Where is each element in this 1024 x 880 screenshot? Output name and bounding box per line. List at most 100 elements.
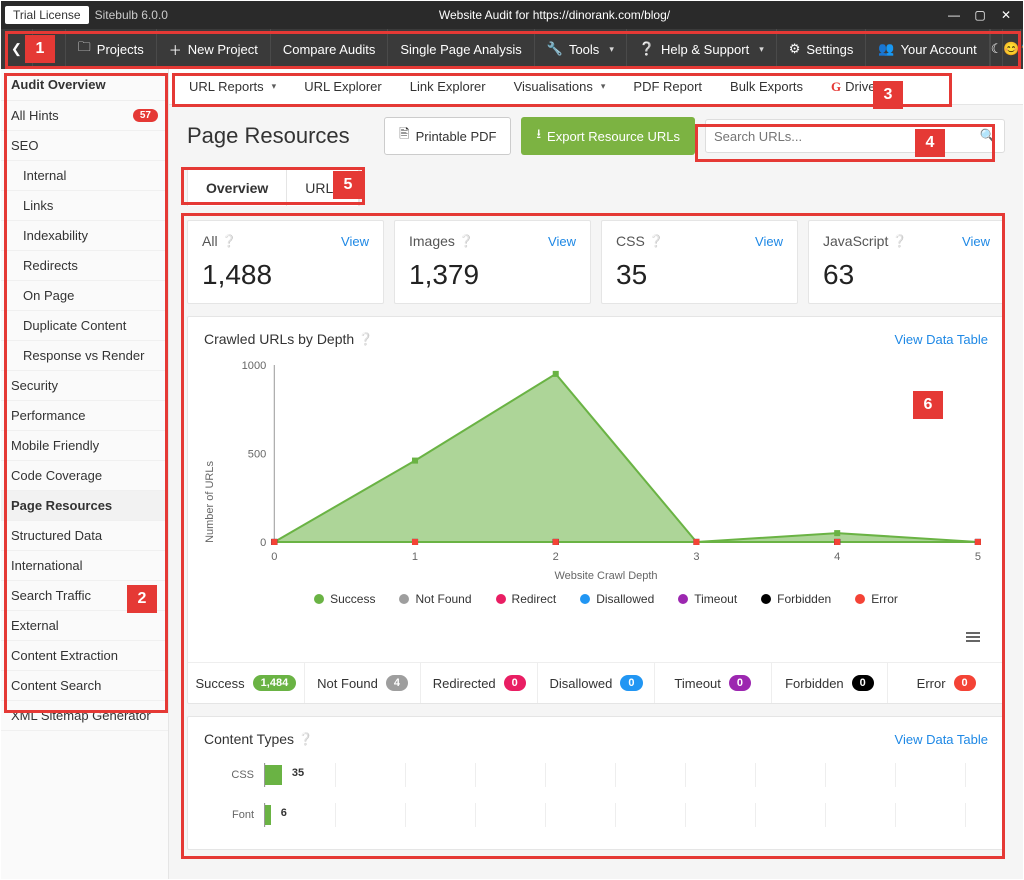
help-icon[interactable]: ❔ (358, 332, 373, 346)
export-urls-button[interactable]: ⭳Export Resource URLs (521, 117, 695, 155)
back-button[interactable]: ❮ (1, 29, 33, 69)
sidebar-item[interactable]: SEO (1, 131, 168, 161)
legend-item[interactable]: Error (855, 592, 898, 606)
report-tab[interactable]: PDF Report (621, 71, 714, 102)
printable-pdf-button[interactable]: 🖹Printable PDF (384, 117, 511, 155)
sidebar-item-label: Redirects (23, 258, 78, 273)
new-project-button[interactable]: ＋New Project (157, 29, 271, 69)
account-button[interactable]: 👥Your Account (866, 29, 989, 69)
search-input[interactable] (714, 129, 980, 144)
sidebar-item[interactable]: Search Traffic (1, 581, 168, 611)
view-data-table-link[interactable]: View Data Table (895, 332, 988, 347)
legend-item[interactable]: Timeout (678, 592, 737, 606)
status-cell[interactable]: Forbidden0 (771, 663, 888, 703)
sidebar-item[interactable]: Response vs Render (1, 341, 168, 371)
chart-menu-icon[interactable] (958, 626, 988, 648)
search-icon[interactable]: 🔍 (980, 128, 996, 144)
tab-label: Link Explorer (410, 79, 486, 94)
twitter-button[interactable]: 🐦 (1020, 29, 1024, 69)
svg-text:2: 2 (553, 551, 559, 563)
tab-label: Bulk Exports (730, 79, 803, 94)
sidebar-item[interactable]: External (1, 611, 168, 641)
settings-button[interactable]: ⚙Settings (777, 29, 867, 69)
status-label: Disallowed (550, 676, 613, 691)
report-tab[interactable]: Visualisations (502, 71, 618, 102)
status-cell[interactable]: Redirected0 (420, 663, 537, 703)
legend-item[interactable]: Forbidden (761, 592, 831, 606)
card-value: 1,488 (202, 259, 369, 291)
maximize-button[interactable]: ▢ (967, 4, 993, 26)
status-count: 0 (954, 675, 976, 691)
status-cell[interactable]: Timeout0 (654, 663, 771, 703)
status-cell[interactable]: Disallowed0 (537, 663, 654, 703)
view-link[interactable]: View (962, 234, 990, 249)
compare-audits-button[interactable]: Compare Audits (271, 29, 389, 69)
sidebar-header[interactable]: Audit Overview (1, 69, 168, 101)
legend-item[interactable]: Success (314, 592, 375, 606)
sub-tabs: Overview URLs (187, 169, 360, 206)
sidebar-item-label: International (11, 558, 83, 573)
status-count: 1,484 (253, 675, 297, 691)
sidebar-item[interactable]: Page Resources (1, 491, 168, 521)
sidebar-item[interactable]: Mobile Friendly (1, 431, 168, 461)
sidebar-item[interactable]: On Page (1, 281, 168, 311)
bar-track: 35 (264, 763, 988, 787)
sidebar-item[interactable]: Redirects (1, 251, 168, 281)
report-tab[interactable]: Link Explorer (398, 71, 498, 102)
sidebar-item[interactable]: XML Sitemap Generator (1, 701, 168, 731)
tab-label: URL Explorer (304, 79, 382, 94)
summary-card: All ❔View1,488 (187, 220, 384, 304)
sidebar-item[interactable]: Performance (1, 401, 168, 431)
home-button[interactable]: ⌂ (33, 29, 66, 69)
summary-card: Images ❔View1,379 (394, 220, 591, 304)
main-content: URL Reports URL Explorer Link Explorer Visu… (169, 69, 1023, 880)
single-page-analysis-button[interactable]: Single Page Analysis (388, 29, 534, 69)
help-menu[interactable]: ❔Help & Support (627, 29, 777, 69)
emoji-button[interactable]: 😊 (1002, 29, 1019, 69)
view-data-table-link[interactable]: View Data Table (895, 732, 988, 747)
sidebar-item[interactable]: International (1, 551, 168, 581)
search-wrapper[interactable]: 🔍 (705, 119, 1005, 153)
tab-urls[interactable]: URLs (287, 170, 359, 206)
sidebar-item[interactable]: Indexability (1, 221, 168, 251)
sidebar-item[interactable]: Content Search (1, 671, 168, 701)
help-icon[interactable]: ❔ (298, 732, 313, 746)
minimize-button[interactable]: — (941, 4, 967, 26)
projects-button[interactable]: 🗀Projects (66, 29, 157, 69)
dark-mode-toggle[interactable]: ☾ (990, 29, 1003, 69)
sidebar-item[interactable]: Security (1, 371, 168, 401)
status-cell[interactable]: Not Found4 (304, 663, 421, 703)
status-cell[interactable]: Success1,484 (188, 663, 304, 703)
sidebar-item[interactable]: Duplicate Content (1, 311, 168, 341)
tab-overview[interactable]: Overview (188, 170, 287, 206)
view-link[interactable]: View (548, 234, 576, 249)
sidebar-item-label: External (11, 618, 59, 633)
report-tab[interactable]: URL Reports (177, 71, 288, 102)
report-tab[interactable]: GDrive (819, 71, 887, 103)
legend-item[interactable]: Redirect (496, 592, 557, 606)
help-icon[interactable]: ❔ (222, 234, 237, 248)
report-tab[interactable]: URL Explorer (292, 71, 394, 102)
status-cell[interactable]: Error 0 (887, 663, 1004, 703)
tools-menu[interactable]: 🔧Tools (535, 29, 627, 69)
sidebar-item-label: Page Resources (11, 498, 112, 513)
view-link[interactable]: View (755, 234, 783, 249)
legend-item[interactable]: Not Found (399, 592, 471, 606)
status-label: Error (917, 676, 946, 691)
sidebar-item[interactable]: Links (1, 191, 168, 221)
status-count: 0 (729, 675, 751, 691)
report-tab[interactable]: Bulk Exports (718, 71, 815, 102)
help-icon[interactable]: ❔ (459, 234, 474, 248)
legend-item[interactable]: Disallowed (580, 592, 654, 606)
sidebar-item[interactable]: Structured Data (1, 521, 168, 551)
help-icon[interactable]: ❔ (649, 234, 664, 248)
sidebar-item[interactable]: All Hints57 (1, 101, 168, 131)
sidebar-item[interactable]: Code Coverage (1, 461, 168, 491)
sidebar-item[interactable]: Content Extraction (1, 641, 168, 671)
close-button[interactable]: ✕ (993, 4, 1019, 26)
help-icon[interactable]: ❔ (892, 234, 907, 248)
y-axis-label: Number of URLs (204, 461, 216, 543)
sidebar-item[interactable]: Internal (1, 161, 168, 191)
sidebar-item-label: Mobile Friendly (11, 438, 99, 453)
view-link[interactable]: View (341, 234, 369, 249)
